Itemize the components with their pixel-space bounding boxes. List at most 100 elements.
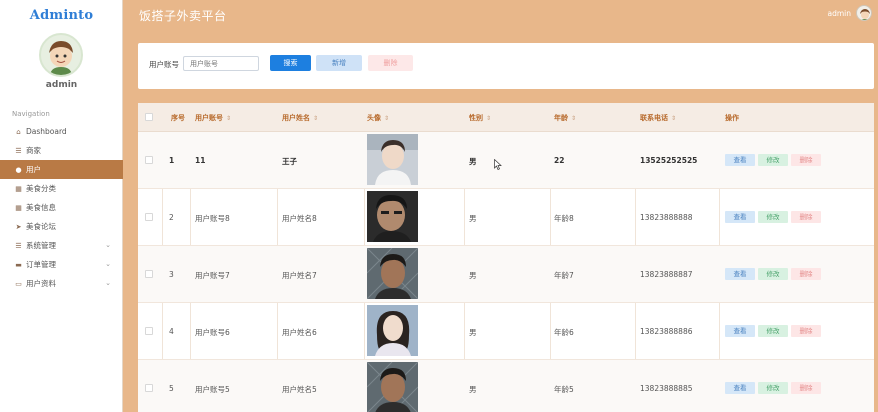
chevron-down-icon: ⌄ <box>105 241 111 249</box>
home-icon: ⌂ <box>16 127 21 136</box>
delete-row-button[interactable]: 删除 <box>791 325 821 337</box>
cell-gender: 男 <box>469 328 477 337</box>
cell-no: 3 <box>169 270 174 279</box>
avatar[interactable] <box>39 33 83 77</box>
edit-button[interactable]: 修改 <box>758 325 788 337</box>
user-photo[interactable] <box>367 134 418 185</box>
user-photo[interactable] <box>367 191 418 242</box>
search-button[interactable]: 搜索 <box>270 55 311 71</box>
top-header: 饭搭子外卖平台 admin <box>123 0 878 30</box>
nav-title: Navigation <box>12 110 50 118</box>
header-avatar[interactable] <box>856 5 872 21</box>
sidebar-item-food-category[interactable]: ▦ 美食分类 <box>0 179 123 198</box>
sidebar-item-label: 美食信息 <box>26 203 56 212</box>
chevron-down-icon: ⌄ <box>105 260 111 268</box>
cell-gender: 男 <box>469 157 477 166</box>
table-header: 序号 用户账号 ⇕ 用户姓名 ⇕ 头像 ⇕ 性别 ⇕ 年龄 ⇕ 联系电话 ⇕ 操作 <box>138 103 874 132</box>
sidebar-item-label: 用户资料 <box>26 279 56 288</box>
column-header-account[interactable]: 用户账号 ⇕ <box>195 113 231 123</box>
cell-age: 年龄6 <box>554 328 574 337</box>
view-button[interactable]: 查看 <box>725 154 755 166</box>
cell-age: 22 <box>554 156 565 165</box>
cell-gender: 男 <box>469 214 477 223</box>
table-row[interactable]: 4 用户账号6 用户姓名6 男 年龄6 13823888886 查看 修改 删除 <box>138 303 874 360</box>
sidebar-item-food-info[interactable]: ▦ 美食信息 <box>0 198 123 217</box>
grid-icon: ▦ <box>15 203 22 212</box>
search-label: 用户账号 <box>149 60 179 69</box>
sort-icon: ⇕ <box>313 115 319 122</box>
table-row[interactable]: 3 用户账号7 用户姓名7 男 年龄7 13823888887 查看 修改 删除 <box>138 246 874 303</box>
table-row[interactable]: 2 用户账号8 用户姓名8 男 年龄8 13823888888 查看 修改 删除 <box>138 189 874 246</box>
table-row[interactable]: 5 用户账号5 用户姓名5 男 年龄5 13823888885 查看 修改 删除 <box>138 360 874 412</box>
edit-button[interactable]: 修改 <box>758 211 788 223</box>
user-photo[interactable] <box>367 248 418 299</box>
row-checkbox[interactable] <box>145 384 153 392</box>
column-header-gender[interactable]: 性别 ⇕ <box>469 113 491 123</box>
sidebar-item-user[interactable]: ● 用户 <box>0 160 123 179</box>
sidebar-item-dashboard[interactable]: ⌂ Dashboard <box>0 122 123 141</box>
cell-no: 1 <box>169 156 175 165</box>
cell-age: 年龄7 <box>554 271 574 280</box>
admin-name: admin <box>45 80 78 90</box>
sidebar: Adminto admin Navigation ⌂ Dashboard ☰ 商… <box>0 0 123 412</box>
user-icon: ● <box>15 165 22 174</box>
sidebar-item-label: 商家 <box>26 146 41 155</box>
row-checkbox[interactable] <box>145 156 153 164</box>
cell-account: 用户账号8 <box>195 214 230 223</box>
view-button[interactable]: 查看 <box>725 211 755 223</box>
add-button[interactable]: 新增 <box>316 55 362 71</box>
mouse-cursor-icon <box>494 159 502 170</box>
delete-row-button[interactable]: 删除 <box>791 382 821 394</box>
view-button[interactable]: 查看 <box>725 382 755 394</box>
cell-phone: 13823888885 <box>640 384 693 393</box>
sidebar-item-merchant[interactable]: ☰ 商家 <box>0 141 123 160</box>
brand-logo[interactable]: Adminto <box>0 8 123 23</box>
user-photo[interactable] <box>367 362 418 412</box>
view-button[interactable]: 查看 <box>725 268 755 280</box>
cell-name: 用户姓名6 <box>282 328 317 337</box>
column-header-actions: 操作 <box>725 114 739 122</box>
delete-button[interactable]: 删除 <box>368 55 413 71</box>
edit-button[interactable]: 修改 <box>758 382 788 394</box>
user-photo[interactable] <box>367 305 418 356</box>
list-icon: ☰ <box>15 146 22 155</box>
delete-row-button[interactable]: 删除 <box>791 211 821 223</box>
column-header-phone[interactable]: 联系电话 ⇕ <box>640 113 676 123</box>
view-button[interactable]: 查看 <box>725 325 755 337</box>
sort-icon: ⇕ <box>486 115 492 122</box>
sidebar-item-food-forum[interactable]: ➤ 美食论坛 <box>0 217 123 236</box>
delete-row-button[interactable]: 删除 <box>791 268 821 280</box>
column-header-age[interactable]: 年龄 ⇕ <box>554 113 576 123</box>
cell-age: 年龄5 <box>554 385 574 394</box>
sidebar-item-label: 用户 <box>26 165 41 174</box>
cell-phone: 13823888887 <box>640 270 693 279</box>
row-checkbox[interactable] <box>145 270 153 278</box>
delete-row-button[interactable]: 删除 <box>791 154 821 166</box>
cell-gender: 男 <box>469 271 477 280</box>
sidebar-item-label: 订单管理 <box>26 260 56 269</box>
sidebar-item-label: 系统管理 <box>26 241 56 250</box>
sidebar-item-user-profile[interactable]: ▭ 用户资料 ⌄ <box>0 274 123 293</box>
row-checkbox[interactable] <box>145 327 153 335</box>
sidebar-item-orders[interactable]: ▬ 订单管理 ⌄ <box>0 255 123 274</box>
row-checkbox[interactable] <box>145 213 153 221</box>
cell-phone: 13525252525 <box>640 156 698 165</box>
edit-button[interactable]: 修改 <box>758 268 788 280</box>
column-header-avatar[interactable]: 头像 ⇕ <box>367 113 389 123</box>
column-header-name[interactable]: 用户姓名 ⇕ <box>282 113 318 123</box>
sidebar-item-label: 美食论坛 <box>26 222 56 231</box>
user-menu[interactable]: admin <box>828 5 872 21</box>
edit-button[interactable]: 修改 <box>758 154 788 166</box>
header-username[interactable]: admin <box>828 9 852 18</box>
table-row[interactable]: 1 11 王子 男 22 13525252525 查看 修改 删除 <box>138 132 874 189</box>
sidebar-item-system[interactable]: ☰ 系统管理 ⌄ <box>0 236 123 255</box>
column-header-no: 序号 <box>171 114 185 122</box>
chevron-down-icon: ⌄ <box>105 279 111 287</box>
cell-no: 2 <box>169 213 174 222</box>
cell-phone: 13823888886 <box>640 327 693 336</box>
search-input[interactable] <box>183 56 259 71</box>
list-icon: ☰ <box>15 241 22 250</box>
select-all-checkbox[interactable] <box>145 113 153 121</box>
sort-icon: ⇕ <box>384 115 390 122</box>
sort-icon: ⇕ <box>671 115 677 122</box>
